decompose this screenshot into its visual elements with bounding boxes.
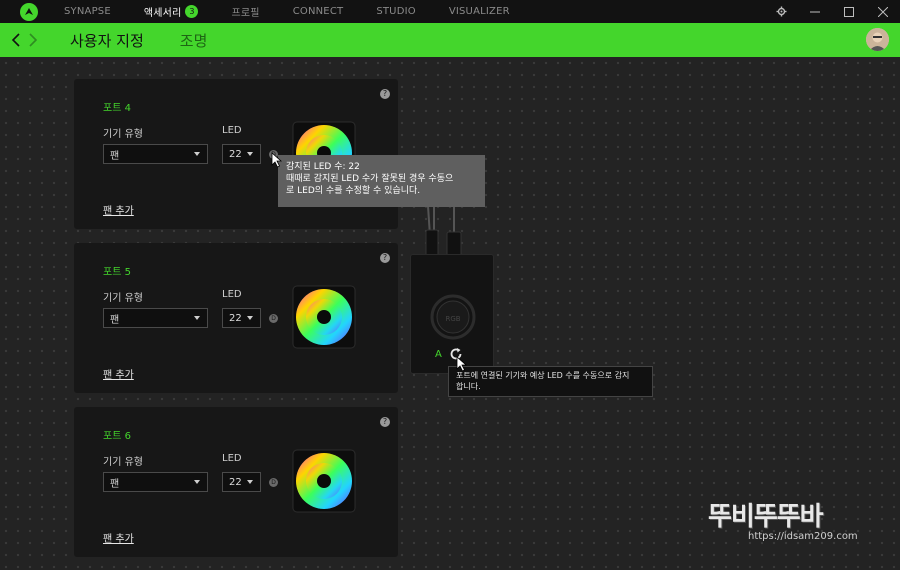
device-type-value: 팬 [110, 150, 120, 162]
nav-synapse[interactable]: SYNAPSE [64, 6, 111, 17]
device-type-select[interactable]: 팬 [103, 308, 208, 328]
add-fan-link[interactable]: 팬 추가 [103, 530, 134, 545]
port-title: 포트 6 [103, 431, 131, 442]
chroma-logo-icon: RGB [430, 294, 476, 340]
help-icon[interactable]: ? [380, 253, 390, 263]
forward-button[interactable] [24, 23, 42, 57]
gear-icon [776, 6, 786, 17]
device-type-label: 기기 유형 [103, 457, 143, 468]
led-count-value: 22 [229, 148, 242, 160]
page-title: 사용자 지정 [70, 31, 144, 50]
rgb-fan-icon [292, 449, 356, 513]
caret-down-icon [194, 152, 200, 156]
maximize-icon [844, 6, 854, 17]
razer-logo-icon[interactable] [20, 2, 38, 21]
nav-profile-label: 프로필 [231, 8, 260, 19]
nav-visualizer[interactable]: VISUALIZER [449, 6, 510, 17]
led-count-tooltip: 감지된 LED 수: 22 때때로 감지된 LED 수가 잘못된 경우 수동으 … [278, 155, 485, 207]
led-count-select[interactable]: 22 [222, 144, 261, 164]
maximize-button[interactable] [832, 0, 866, 23]
chevron-left-icon [11, 33, 20, 47]
mouse-cursor-icon [456, 356, 468, 372]
caret-down-icon [194, 480, 200, 484]
svg-text:RGB: RGB [445, 315, 460, 323]
tooltip-line: 로 LED의 수를 수정할 수 있습니다. [286, 186, 421, 196]
device-type-label: 기기 유형 [103, 293, 143, 304]
mouse-cursor-icon [271, 152, 283, 168]
nav-connect-label: CONNECT [292, 6, 344, 17]
add-fan-link[interactable]: 팬 추가 [103, 366, 134, 381]
nav-visualizer-label: VISUALIZER [448, 6, 510, 17]
caret-down-icon [247, 480, 253, 484]
chevron-right-icon [28, 33, 37, 47]
led-count-select[interactable]: 22 [222, 472, 261, 492]
device-type-label: 기기 유형 [103, 129, 143, 140]
device-type-select[interactable]: 팬 [103, 472, 208, 492]
top-bar: SYNAPSE 액세서리 3 프로필 CONNECT STUDIO VISUALI… [0, 0, 900, 23]
tab-lighting[interactable]: 조명 [180, 30, 208, 51]
led-label: LED [222, 125, 242, 136]
settings-button[interactable] [764, 0, 798, 23]
led-label: LED [222, 289, 242, 300]
port-title: 포트 5 [103, 267, 131, 278]
caret-down-icon [247, 316, 253, 320]
minimize-icon [810, 11, 820, 12]
close-icon [878, 6, 888, 17]
minimize-button[interactable] [798, 0, 832, 23]
avatar[interactable] [866, 28, 889, 51]
led-count-value: 22 [229, 476, 242, 488]
port-card-6: ? 포트 6 기기 유형 LED 팬 22 D 팬 추가 [74, 407, 398, 557]
device-type-value: 팬 [110, 314, 120, 326]
tooltip-line: 포트에 연결된 기기와 예상 LED 수를 수동으로 감지 [456, 371, 630, 380]
close-button[interactable] [866, 0, 900, 23]
user-avatar-icon [866, 28, 889, 51]
watermark-title: 뚜비뚜뚜바 [708, 502, 824, 532]
led-label: LED [222, 453, 242, 464]
led-info-icon[interactable]: D [269, 478, 278, 487]
back-button[interactable] [6, 23, 24, 57]
tooltip-line: 합니다. [456, 382, 481, 391]
nav-accessories[interactable]: 액세서리 3 [144, 4, 199, 19]
rgb-fan-icon [292, 285, 356, 349]
port-title: 포트 4 [103, 103, 131, 114]
nav-accessories-badge: 3 [185, 5, 199, 18]
led-count-select[interactable]: 22 [222, 308, 261, 328]
caret-down-icon [194, 316, 200, 320]
add-fan-link[interactable]: 팬 추가 [103, 202, 134, 217]
led-info-icon[interactable]: D [269, 314, 278, 323]
port-card-5: ? 포트 5 기기 유형 LED 팬 22 D 팬 추가 [74, 243, 398, 393]
controller-port-label: A [435, 349, 442, 360]
nav-studio-label: STUDIO [376, 6, 416, 17]
help-icon[interactable]: ? [380, 89, 390, 99]
watermark-url: https://idsam209.com [748, 531, 858, 542]
nav-profile[interactable]: 프로필 [231, 4, 259, 19]
nav-synapse-label: SYNAPSE [64, 6, 111, 17]
watermark: 뚜비뚜뚜바 https://idsam209.com [708, 503, 888, 553]
nav-connect[interactable]: CONNECT [293, 6, 344, 17]
nav-studio[interactable]: STUDIO [376, 6, 416, 17]
tooltip-line: 감지된 LED 수: 22 [286, 162, 360, 172]
help-icon[interactable]: ? [380, 417, 390, 427]
device-type-value: 팬 [110, 478, 120, 490]
caret-down-icon [247, 152, 253, 156]
detect-tooltip: 포트에 연결된 기기와 예상 LED 수를 수동으로 감지 합니다. [448, 366, 653, 397]
nav-accessories-label: 액세서리 [143, 8, 182, 19]
led-count-value: 22 [229, 312, 242, 324]
tooltip-line: 때때로 감지된 LED 수가 잘못된 경우 수동으 [286, 174, 454, 184]
device-type-select[interactable]: 팬 [103, 144, 208, 164]
page-header: 사용자 지정 조명 [0, 23, 900, 57]
window-controls [764, 0, 900, 23]
